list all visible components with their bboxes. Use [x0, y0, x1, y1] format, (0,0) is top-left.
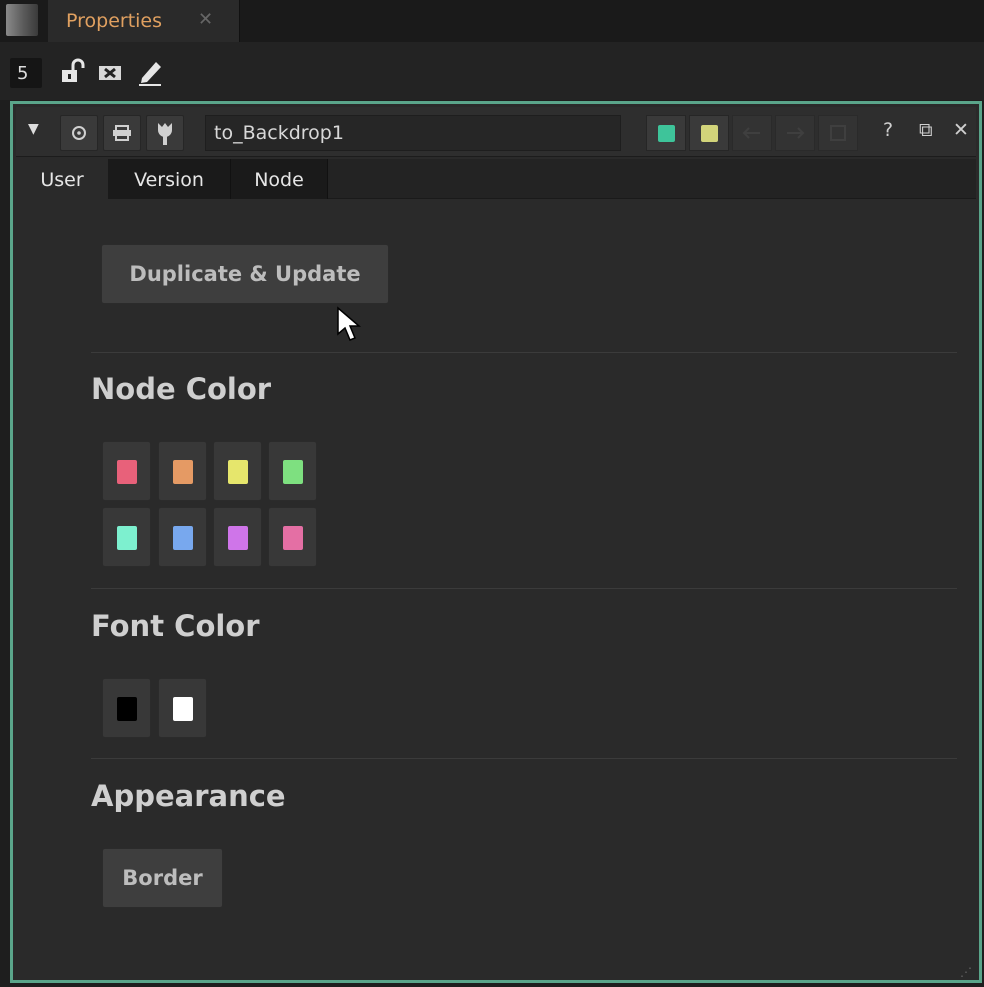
properties-window: Properties ✕ 5 ▼ to_Backdrop1 ? ⧉ ✕ User…: [0, 0, 984, 987]
node-color-title: Node Color: [91, 372, 272, 406]
font-color-white-button[interactable]: [158, 678, 207, 738]
mouse-cursor-icon: [336, 306, 362, 348]
appearance-title: Appearance: [91, 779, 286, 813]
node-color-orange-button[interactable]: [158, 441, 207, 501]
undo-button[interactable]: [732, 115, 772, 151]
undo-icon: [742, 127, 760, 139]
divider: [91, 352, 957, 353]
tab-version-label: Version: [134, 169, 204, 191]
float-panel-icon[interactable]: ⧉: [919, 119, 933, 141]
node-color-green-button[interactable]: [268, 441, 317, 501]
user-tab-content: Duplicate & Update Node Color Font Color…: [13, 199, 979, 980]
content-menu-icon[interactable]: [6, 4, 38, 36]
tab-bar: Properties ✕: [0, 0, 984, 42]
redo-button[interactable]: [775, 115, 815, 151]
duplicate-update-button[interactable]: Duplicate & Update: [101, 244, 389, 304]
clear-panels-icon[interactable]: [96, 56, 126, 88]
node-color-blue-button[interactable]: [158, 507, 207, 567]
node-color-yellow-button[interactable]: [213, 441, 262, 501]
redo-icon: [787, 127, 805, 139]
color-swatch: [173, 526, 193, 550]
edit-icon[interactable]: [136, 56, 166, 88]
center-node-button[interactable]: [60, 115, 98, 151]
help-icon[interactable]: ?: [883, 119, 893, 141]
divider: [91, 758, 957, 759]
node-header: ▼ to_Backdrop1 ? ⧉ ✕: [16, 107, 976, 157]
tile-color-swatch: [658, 125, 675, 142]
color-swatch: [228, 460, 248, 484]
revert-button[interactable]: [818, 115, 858, 151]
node-color-pink-button[interactable]: [268, 507, 317, 567]
font-color-black-button[interactable]: [102, 678, 151, 738]
color-swatch: [283, 526, 303, 550]
resize-grip-icon[interactable]: ⋰: [960, 965, 972, 979]
color-swatch: [117, 460, 137, 484]
color-swatch: [117, 526, 137, 550]
tab-version[interactable]: Version: [108, 159, 231, 199]
settings-wrench-button[interactable]: [146, 115, 184, 151]
color-swatch: [283, 460, 303, 484]
tab-properties-label: Properties: [66, 10, 163, 32]
gl-color-swatch: [701, 125, 718, 142]
font-color-title: Font Color: [91, 609, 260, 643]
node-name-field[interactable]: to_Backdrop1: [205, 115, 621, 151]
max-panels-field[interactable]: 5: [10, 58, 42, 88]
input-output-button[interactable]: [103, 115, 141, 151]
node-properties-panel: ▼ to_Backdrop1 ? ⧉ ✕ User Version Node D…: [10, 101, 982, 983]
gl-color-button[interactable]: [689, 115, 729, 151]
lock-icon[interactable]: [58, 56, 88, 88]
tab-user-label: User: [40, 169, 84, 191]
node-color-aqua-button[interactable]: [102, 507, 151, 567]
link-icon: [113, 125, 131, 141]
revert-icon: [830, 125, 846, 141]
color-swatch: [117, 697, 137, 721]
tab-close-icon[interactable]: ✕: [198, 9, 213, 30]
tab-node-label: Node: [254, 169, 304, 191]
node-color-purple-button[interactable]: [213, 507, 262, 567]
node-color-red-button[interactable]: [102, 441, 151, 501]
divider: [91, 588, 957, 589]
color-swatch: [228, 526, 248, 550]
close-panel-icon[interactable]: ✕: [953, 119, 969, 141]
wrench-icon: [158, 123, 172, 145]
color-swatch: [173, 697, 193, 721]
color-swatch: [173, 460, 193, 484]
tab-properties[interactable]: Properties ✕: [48, 0, 240, 42]
tab-node[interactable]: Node: [231, 159, 328, 199]
target-icon: [72, 126, 86, 140]
border-button[interactable]: Border: [102, 848, 223, 908]
knob-tabs: User Version Node: [16, 159, 976, 199]
tile-color-button[interactable]: [646, 115, 686, 151]
collapse-arrow-icon[interactable]: ▼: [28, 121, 39, 137]
tab-user[interactable]: User: [16, 159, 108, 199]
